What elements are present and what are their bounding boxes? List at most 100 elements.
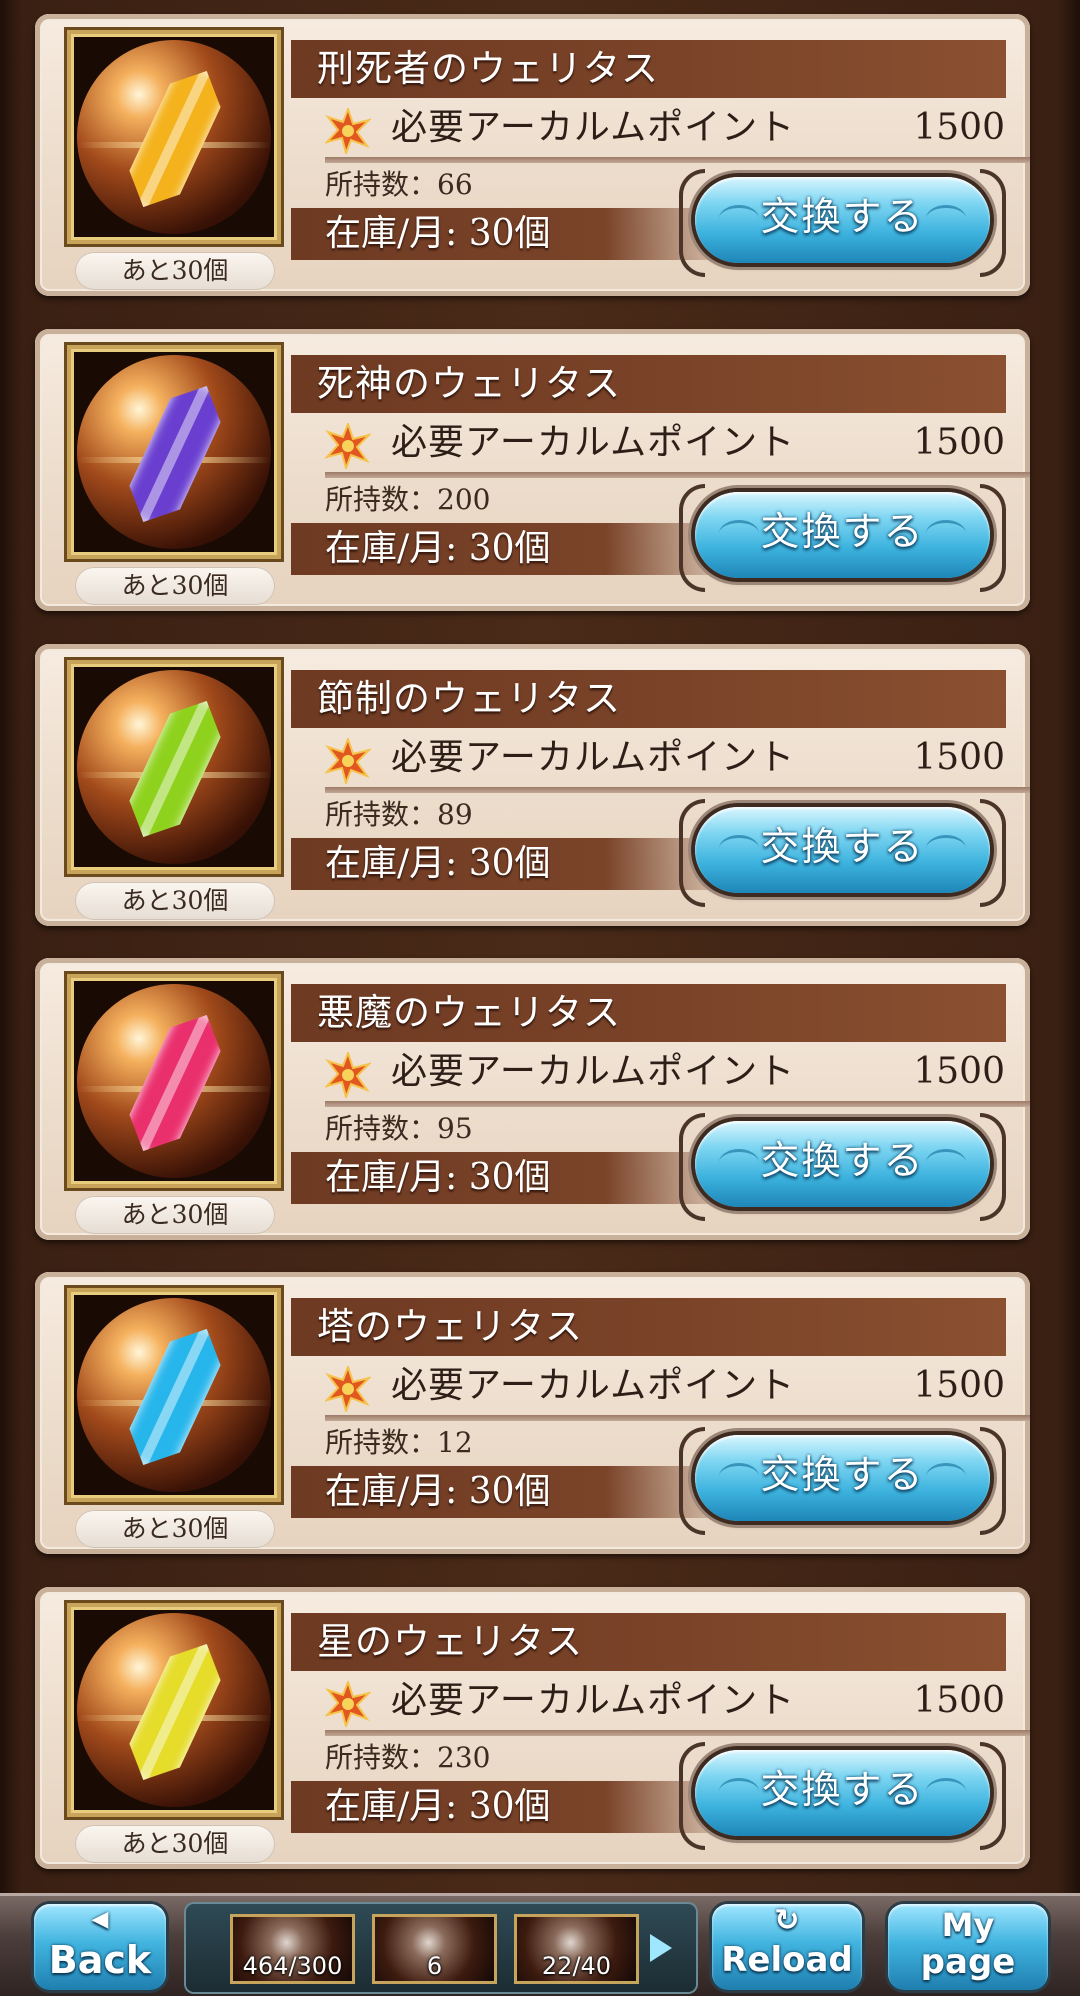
item-name: 刑死者のウェリタス: [317, 47, 659, 90]
cost-row: 必要アーカルムポイント 1500: [325, 1046, 1005, 1098]
item-card: あと30個 死神のウェリタス 必要アーカルムポイント 1500 所持数：200 …: [35, 329, 1030, 611]
party-counter[interactable]: 22/40: [514, 1914, 639, 1984]
exchange-button[interactable]: 交換する: [679, 1742, 1006, 1850]
mypage-button[interactable]: My page: [888, 1904, 1048, 1990]
stock-bar: 在庫/月: 30個: [291, 838, 741, 890]
owned-count: 所持数：12: [325, 1425, 473, 1461]
owned-count: 所持数：66: [325, 167, 473, 203]
owned-label: 所持数：: [325, 168, 438, 201]
remaining-badge: あと30個: [75, 882, 275, 920]
name-bar: 節制のウェリタス: [291, 670, 1006, 728]
owned-value: 230: [437, 1741, 491, 1774]
monthly-stock: 在庫/月: 30個: [325, 1157, 551, 1198]
item-card: あと30個 悪魔のウェリタス 必要アーカルムポイント 1500 所持数：95 在…: [35, 958, 1030, 1240]
remaining-badge: あと30個: [75, 1825, 275, 1863]
monthly-stock: 在庫/月: 30個: [325, 213, 551, 254]
divider: [325, 1730, 1030, 1736]
exchange-button[interactable]: 交換する: [679, 1427, 1006, 1535]
arcarum-point-icon: [325, 1366, 371, 1412]
cost-value: 1500: [913, 737, 1005, 778]
owned-count: 所持数：95: [325, 1111, 473, 1147]
stock-bar: 在庫/月: 30個: [291, 208, 741, 260]
item-name: 塔のウェリタス: [317, 1305, 583, 1348]
exchange-button-label: 交換する: [760, 1453, 925, 1498]
bottom-nav-bar: ◀ Back 464/300 6 22/40 ↻ Reload My page: [0, 1893, 1080, 1996]
cost-label: 必要アーカルムポイント: [391, 107, 796, 148]
owned-label: 所持数：: [325, 483, 438, 516]
remaining-badge: あと30個: [75, 567, 275, 605]
exchange-button[interactable]: 交換する: [679, 1113, 1006, 1221]
party-value: 22/40: [541, 1952, 612, 1980]
arcarum-point-icon: [325, 1681, 371, 1727]
item-value: 6: [426, 1952, 443, 1980]
exchange-button-label: 交換する: [760, 1139, 925, 1184]
owned-value: 200: [437, 483, 491, 516]
cost-label: 必要アーカルムポイント: [391, 1365, 796, 1406]
owned-count: 所持数：230: [325, 1740, 490, 1776]
stock-bar: 在庫/月: 30個: [291, 1466, 741, 1518]
stock-bar: 在庫/月: 30個: [291, 1781, 741, 1833]
ap-value: 464/300: [242, 1952, 343, 1980]
arcarum-point-icon: [325, 423, 371, 469]
cost-row: 必要アーカルムポイント 1500: [325, 1360, 1005, 1412]
next-arrow-icon[interactable]: [650, 1934, 672, 1962]
name-bar: 刑死者のウェリタス: [291, 40, 1006, 98]
item-card: あと30個 節制のウェリタス 必要アーカルムポイント 1500 所持数：89 在…: [35, 644, 1030, 926]
item-name: 星のウェリタス: [317, 1620, 583, 1663]
owned-label: 所持数：: [325, 1741, 438, 1774]
cost-value: 1500: [913, 107, 1005, 148]
cost-row: 必要アーカルムポイント 1500: [325, 732, 1005, 784]
cost-label: 必要アーカルムポイント: [391, 737, 796, 778]
back-arrow-icon: ◀: [91, 1907, 109, 1932]
owned-count: 所持数：200: [325, 482, 490, 518]
arcarum-point-icon: [325, 1052, 371, 1098]
item-image: [67, 345, 281, 559]
item-card: あと30個 刑死者のウェリタス 必要アーカルムポイント 1500 所持数：66 …: [35, 14, 1030, 296]
item-image: [67, 1603, 281, 1817]
exchange-button-label: 交換する: [760, 1768, 925, 1813]
owned-label: 所持数：: [325, 1112, 438, 1145]
monthly-stock: 在庫/月: 30個: [325, 1786, 551, 1827]
owned-count: 所持数：89: [325, 797, 473, 833]
cost-value: 1500: [913, 1680, 1005, 1721]
reload-button[interactable]: ↻ Reload: [712, 1904, 862, 1990]
stock-bar: 在庫/月: 30個: [291, 1152, 741, 1204]
item-image: [67, 1288, 281, 1502]
divider: [325, 157, 1030, 163]
item-card: あと30個 星のウェリタス 必要アーカルムポイント 1500 所持数：230 在…: [35, 1587, 1030, 1869]
divider: [325, 1101, 1030, 1107]
reload-label: Reload: [721, 1940, 853, 1980]
monthly-stock: 在庫/月: 30個: [325, 528, 551, 569]
divider: [325, 1415, 1030, 1421]
cost-label: 必要アーカルムポイント: [391, 422, 796, 463]
arcarum-point-icon: [325, 108, 371, 154]
item-counter[interactable]: 6: [372, 1914, 497, 1984]
cost-row: 必要アーカルムポイント 1500: [325, 102, 1005, 154]
divider: [325, 787, 1030, 793]
monthly-stock: 在庫/月: 30個: [325, 843, 551, 884]
mypage-label-top: My: [941, 1906, 995, 1944]
arcarum-point-icon: [325, 738, 371, 784]
stock-bar: 在庫/月: 30個: [291, 523, 741, 575]
divider: [325, 472, 1030, 478]
name-bar: 悪魔のウェリタス: [291, 984, 1006, 1042]
owned-value: 89: [437, 798, 473, 831]
name-bar: 塔のウェリタス: [291, 1298, 1006, 1356]
remaining-badge: あと30個: [75, 1196, 275, 1234]
item-list[interactable]: あと30個 刑死者のウェリタス 必要アーカルムポイント 1500 所持数：66 …: [0, 0, 1080, 1890]
back-button[interactable]: ◀ Back: [34, 1904, 166, 1990]
owned-value: 12: [437, 1426, 473, 1459]
exchange-button[interactable]: 交換する: [679, 169, 1006, 277]
remaining-badge: あと30個: [75, 252, 275, 290]
ap-counter[interactable]: 464/300: [230, 1914, 355, 1984]
item-card: あと30個 塔のウェリタス 必要アーカルムポイント 1500 所持数：12 在庫…: [35, 1272, 1030, 1554]
owned-label: 所持数：: [325, 1426, 438, 1459]
exchange-button[interactable]: 交換する: [679, 799, 1006, 907]
cost-row: 必要アーカルムポイント 1500: [325, 417, 1005, 469]
cost-row: 必要アーカルムポイント 1500: [325, 1675, 1005, 1727]
name-bar: 星のウェリタス: [291, 1613, 1006, 1671]
cost-label: 必要アーカルムポイント: [391, 1680, 796, 1721]
exchange-button[interactable]: 交換する: [679, 484, 1006, 592]
item-name: 悪魔のウェリタス: [317, 991, 621, 1034]
owned-value: 66: [437, 168, 473, 201]
